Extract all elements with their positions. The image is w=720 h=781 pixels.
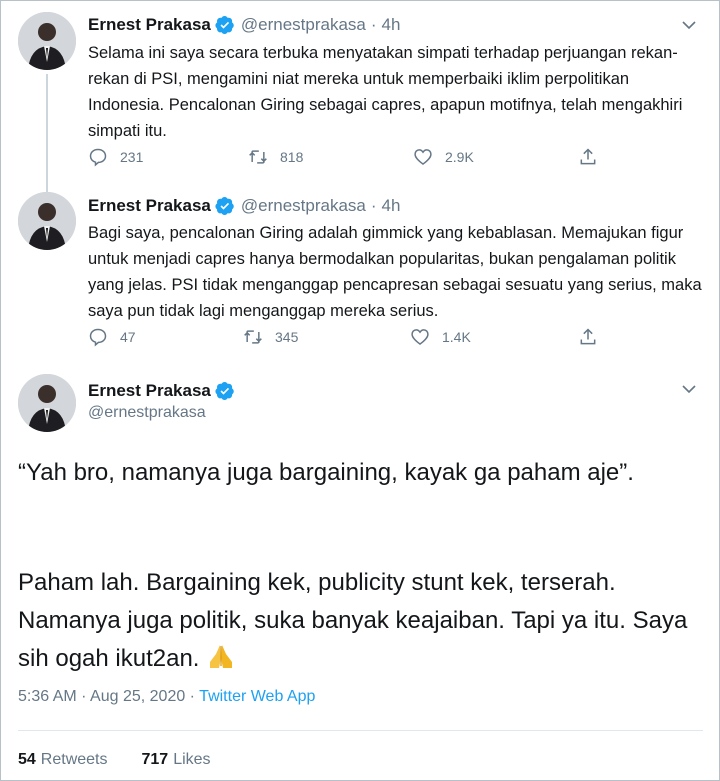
chevron-down-icon[interactable] [680,380,698,398]
reply-icon [89,328,107,347]
like-count: 2.9K [445,149,474,165]
tweet-header: Ernest Prakasa @ernestprakasa · 4h [88,14,400,36]
retweets-count[interactable]: 54 [18,751,36,769]
source-app-link[interactable]: Twitter Web App [199,688,315,705]
reply-icon [89,148,107,167]
like-button[interactable]: 2.9K [413,147,474,167]
verified-badge-icon [215,16,234,35]
reply-button[interactable]: 231 [88,147,143,167]
retweets-label[interactable]: Retweets [41,751,108,769]
folded-hands-emoji [210,645,233,668]
tweet-timestamp[interactable]: 5:36 AM · Aug 25, 2020 [18,688,185,705]
reply-button[interactable]: 47 [88,327,136,347]
tweet-text-paragraph-2: Paham lah. Bargaining kek, publicity stu… [18,564,708,678]
share-icon [580,148,596,165]
tweet-stats: 54 Retweets 717 Likes [18,751,211,769]
divider [18,730,703,731]
tweet-header: Ernest Prakasa [88,380,235,402]
separator-dot: · [370,15,377,34]
share-icon [580,328,596,345]
tweet-actions: 231 818 2.9K [88,147,608,171]
tweet-text-paragraph-1: “Yah bro, namanya juga bargaining, kayak… [18,459,634,486]
display-name[interactable]: Ernest Prakasa [88,381,211,401]
thread-connector [46,74,48,192]
like-button[interactable]: 1.4K [410,327,471,347]
like-icon [414,149,432,166]
retweet-icon [249,150,267,164]
handle[interactable]: @ernestprakasa [241,196,366,216]
retweet-button[interactable]: 345 [243,327,298,347]
meta-separator: · [185,688,200,705]
chevron-down-icon[interactable] [680,16,698,34]
handle[interactable]: @ernestprakasa [241,15,366,35]
tweet-text: Bagi saya, pencalonan Giring adalah gimm… [88,224,702,320]
share-button[interactable] [578,147,610,167]
reply-count: 47 [120,329,136,345]
tweet-actions: 47 345 1.4K [88,327,608,351]
verified-badge-icon [215,382,234,401]
tweet-header: Ernest Prakasa @ernestprakasa · 4h [88,195,400,217]
display-name[interactable]: Ernest Prakasa [88,15,211,35]
display-name[interactable]: Ernest Prakasa [88,196,211,216]
handle[interactable]: @ernestprakasa [88,404,206,422]
avatar[interactable] [18,12,76,70]
tweet-text: Selama ini saya secara terbuka menyataka… [88,44,683,140]
retweet-count: 345 [275,329,299,345]
like-count: 1.4K [442,329,471,345]
avatar[interactable] [18,192,76,250]
retweet-count: 818 [280,149,304,165]
avatar[interactable] [18,374,76,432]
retweet-button[interactable]: 818 [248,147,303,167]
verified-badge-icon [215,197,234,216]
retweet-icon [244,330,262,344]
share-button[interactable] [578,327,610,347]
like-icon [411,329,429,346]
separator-dot: · [370,196,377,215]
timestamp[interactable]: 4h [382,15,401,35]
tweet-meta: 5:36 AM · Aug 25, 2020 · Twitter Web App [18,688,315,706]
reply-count: 231 [120,149,144,165]
likes-count[interactable]: 717 [142,751,169,769]
timestamp[interactable]: 4h [382,196,401,216]
likes-label[interactable]: Likes [173,751,210,769]
tweet-text-paragraph-2-text: Paham lah. Bargaining kek, publicity stu… [18,569,688,672]
